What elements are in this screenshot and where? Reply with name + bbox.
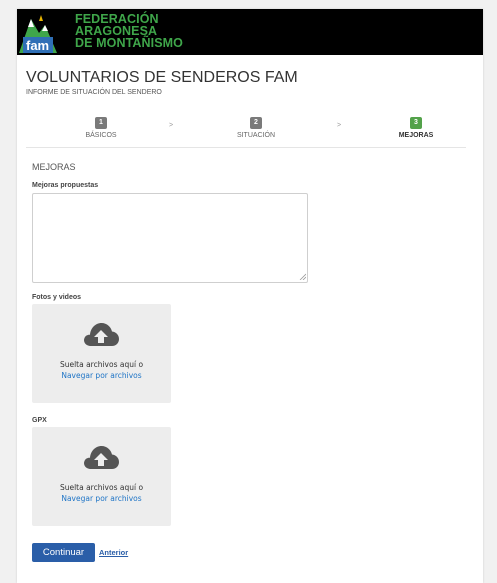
section-title: MEJORAS [32,162,76,172]
step-situacion[interactable]: 2 SITUACIÓN [216,111,296,139]
cloud-upload-icon [84,323,119,346]
photos-label: Fotos y videos [32,294,82,301]
wizard-steps: 1 BÁSICOS > 2 SITUACIÓN > 3 MEJORAS [26,111,466,148]
step-number: 2 [250,117,262,129]
proposals-textarea[interactable] [32,193,308,283]
form-page: fam FEDERACIÓN ARAGONESA DE MONTAÑISMO V… [17,9,483,583]
gpx-label: GPX [32,417,47,424]
header-banner: fam FEDERACIÓN ARAGONESA DE MONTAÑISMO [17,9,483,55]
resize-grip-icon[interactable] [299,273,306,280]
step-label: BÁSICOS [85,132,117,139]
org-name-line-3: DE MONTAÑISMO [75,36,184,50]
logo-text: fam [26,38,49,53]
proposals-label: Mejoras propuestas [32,182,99,189]
step-label: SITUACIÓN [236,132,276,139]
org-name: FEDERACIÓN ARAGONESA DE MONTAÑISMO [75,13,184,50]
step-separator: > [337,122,342,129]
photos-dropzone[interactable]: Suelta archivos aquí o Navegar por archi… [32,304,171,403]
step-label: MEJORAS [398,132,434,139]
step-number: 1 [95,117,107,129]
browse-files-link[interactable]: Navegar por archivos [32,494,171,503]
dropzone-text: Suelta archivos aquí o [59,360,144,369]
continue-button[interactable]: Continuar [32,543,95,562]
previous-link[interactable]: Anterior [99,548,128,557]
browse-files-link[interactable]: Navegar por archivos [32,371,171,380]
dropzone-text: Suelta archivos aquí o [59,483,144,492]
cloud-upload-icon [84,446,119,469]
step-basicos[interactable]: 1 BÁSICOS [61,111,141,139]
step-number: 3 [410,117,422,129]
page-subtitle: INFORME DE SITUACIÓN DEL SENDERO [26,89,162,96]
gpx-dropzone[interactable]: Suelta archivos aquí o Navegar por archi… [32,427,171,526]
page-title: VOLUNTARIOS DE SENDEROS FAM [26,69,298,86]
step-mejoras[interactable]: 3 MEJORAS [376,111,456,139]
step-separator: > [169,122,174,129]
fam-logo: fam [17,9,73,55]
